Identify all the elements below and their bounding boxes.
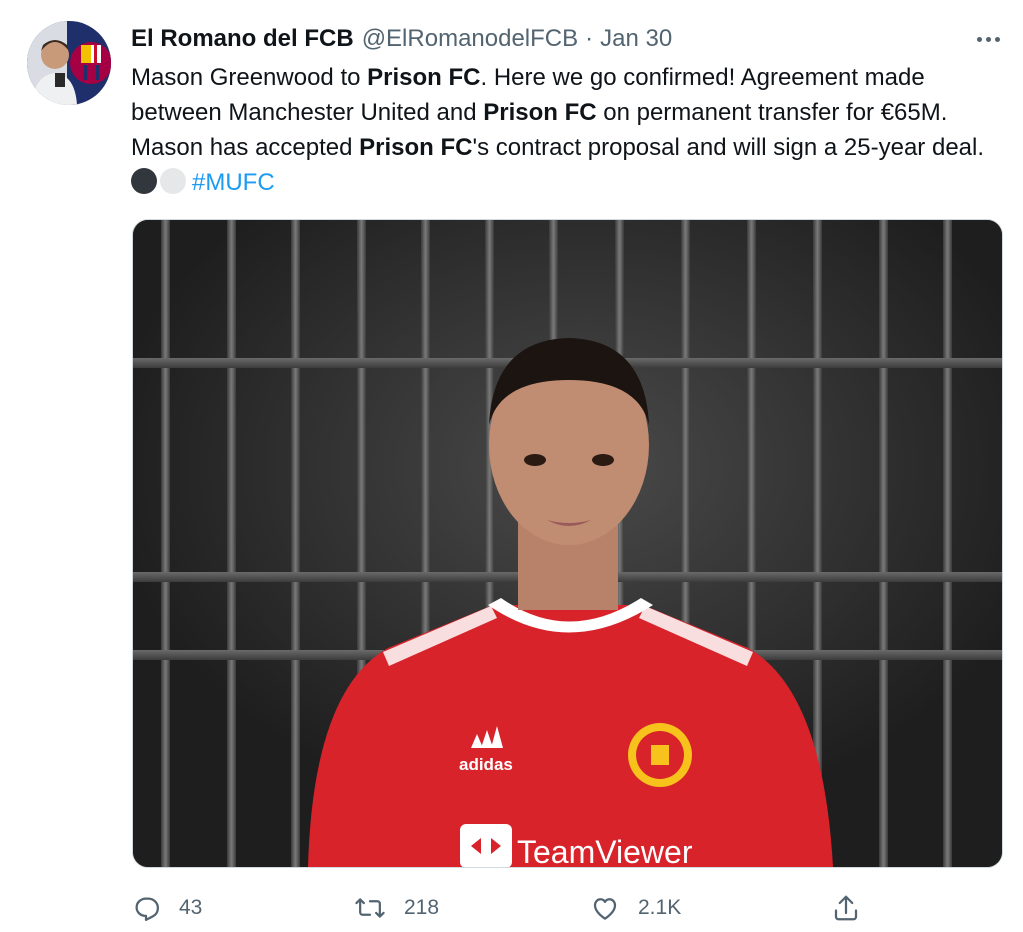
separator-dot: · (585, 25, 594, 52)
black-circle-emoji (131, 168, 157, 194)
tweet-card: El Romano del FCB @ElRomanodelFCB · Jan … (0, 0, 1023, 932)
share-icon (831, 893, 861, 923)
tweet-text: Mason Greenwood to Prison FC. Here we go… (131, 60, 1001, 200)
more-dot (985, 36, 991, 42)
more-options-button[interactable] (968, 26, 1008, 52)
retweet-icon (354, 893, 386, 923)
tweet-actions: 43 218 2.1K (0, 885, 1023, 931)
retweet-button[interactable]: 218 (354, 885, 439, 931)
more-dot (994, 36, 1000, 42)
shirt-brand-text: adidas (459, 755, 513, 774)
white-circle-emoji (160, 168, 186, 194)
tweet-header: El Romano del FCB @ElRomanodelFCB · Jan … (131, 24, 672, 54)
tweet-text-bold: Prison FC (367, 64, 481, 91)
tweet-text-segment: Mason Greenwood to (131, 64, 368, 91)
retweet-count: 218 (404, 896, 440, 919)
heart-icon (590, 893, 620, 923)
author-name[interactable]: El Romano del FCB (131, 25, 354, 53)
avatar[interactable] (27, 21, 111, 105)
reply-button[interactable]: 43 (131, 885, 202, 931)
tweet-text-bold: Prison FC (483, 99, 597, 126)
more-dot (976, 36, 982, 42)
share-button[interactable] (831, 885, 861, 931)
tweet-image[interactable]: adidas TeamViewer (132, 219, 1003, 868)
reply-icon (131, 893, 161, 923)
tweet-text-bold: Prison FC (359, 134, 473, 161)
hashtag-link[interactable]: #MUFC (192, 169, 275, 196)
shirt-sponsor-text: TeamViewer (517, 834, 693, 867)
like-button[interactable]: 2.1K (590, 885, 681, 931)
tweet-text-segment: 's contract proposal and will sign a 25-… (472, 134, 985, 161)
author-handle[interactable]: @ElRomanodelFCB (362, 25, 578, 53)
reply-count: 43 (179, 896, 203, 919)
like-count: 2.1K (638, 896, 682, 919)
tweet-date[interactable]: Jan 30 (600, 25, 672, 53)
